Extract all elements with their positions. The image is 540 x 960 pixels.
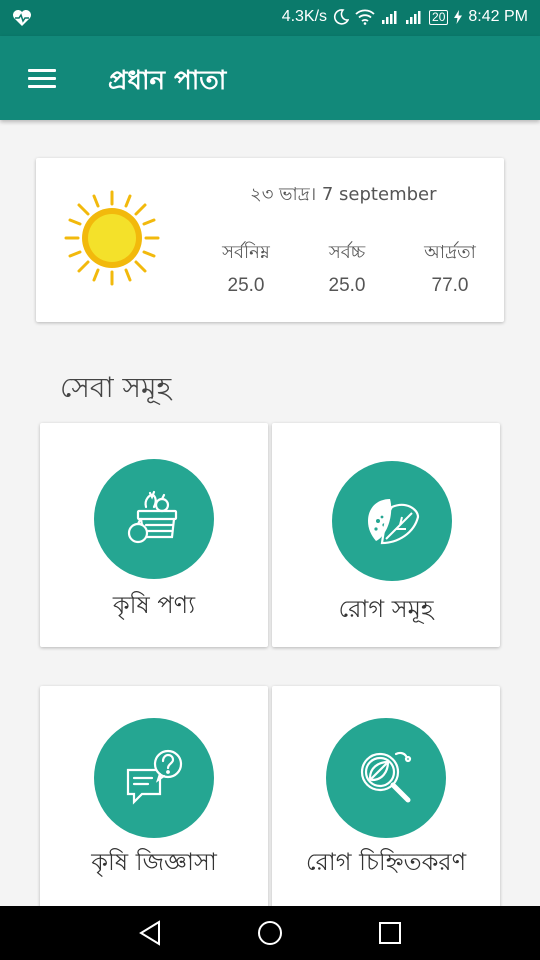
hamburger-icon-line <box>28 85 56 88</box>
service-card-krishi-ponno[interactable]: কৃষি পণ্য <box>40 423 268 647</box>
system-navigation-bar <box>0 906 540 960</box>
sun-icon <box>64 190 160 286</box>
service-card-krishi-jiggasa[interactable]: কৃষি জিজ্ঞাসা <box>40 686 268 910</box>
question-chat-icon <box>126 749 183 805</box>
menu-button[interactable] <box>20 62 62 96</box>
app-bar: প্রধান পাতা <box>0 36 540 120</box>
service-icon-circle <box>94 718 214 838</box>
service-card-rog-somuho[interactable]: রোগ সমূহ <box>272 423 500 647</box>
clock: 8:42 PM <box>468 8 528 25</box>
home-icon[interactable] <box>250 918 290 948</box>
weather-date: ২৩ ভাদ্র। 7 september <box>250 184 437 205</box>
stat-min-temp: সর্বনিম্ন 25.0 <box>196 238 296 297</box>
page-title: প্রধান পাতা <box>108 66 227 96</box>
service-card-rog-chinhitokoron[interactable]: রোগ চিহ্নিতকরণ <box>272 686 500 910</box>
back-icon[interactable] <box>130 918 170 948</box>
heart-pulse-icon <box>13 10 31 26</box>
stat-label: সর্বচ্চ <box>328 242 366 263</box>
weather-card: ২৩ ভাদ্র। 7 september সর্বনিম্ন 25.0 সর্… <box>36 158 504 322</box>
stat-value: 25.0 <box>328 275 366 296</box>
service-label: কৃষি পণ্য <box>112 591 196 619</box>
service-icon-circle <box>94 459 214 579</box>
stat-value: 25.0 <box>227 275 265 296</box>
service-label: কৃষি জিজ্ঞাসা <box>91 848 217 876</box>
service-icon-circle <box>332 461 452 581</box>
stat-max-temp: সর্বচ্চ 25.0 <box>297 238 397 297</box>
wifi-icon <box>355 9 375 25</box>
stat-humidity: আর্দ্রতা 77.0 <box>400 238 500 297</box>
diseased-leaf-icon <box>368 499 420 545</box>
stat-label: সর্বনিম্ন <box>222 242 270 263</box>
service-label: রোগ চিহ্নিতকরণ <box>305 848 467 876</box>
moon-icon <box>333 9 350 25</box>
signal-icon <box>382 11 397 24</box>
status-bar: 4.3K/s 20 8:42 PM <box>0 0 540 36</box>
recent-apps-icon[interactable] <box>370 918 410 948</box>
hamburger-icon-line <box>28 77 56 80</box>
vegetable-basket-icon <box>127 490 178 544</box>
services-title: সেবা সমূহ <box>60 371 172 404</box>
leaf-magnifier-icon <box>360 751 412 803</box>
service-label: রোগ সমূহ <box>338 595 434 623</box>
signal-icon <box>406 11 421 24</box>
stat-label: আর্দ্রতা <box>424 242 476 263</box>
service-icon-circle <box>326 718 446 838</box>
charging-bolt-icon <box>454 10 463 24</box>
stat-value: 77.0 <box>431 275 469 296</box>
battery-icon: 20 <box>429 9 449 25</box>
hamburger-icon <box>28 69 56 72</box>
network-speed: 4.3K/s <box>281 8 328 25</box>
battery-level: 20 <box>432 9 446 24</box>
